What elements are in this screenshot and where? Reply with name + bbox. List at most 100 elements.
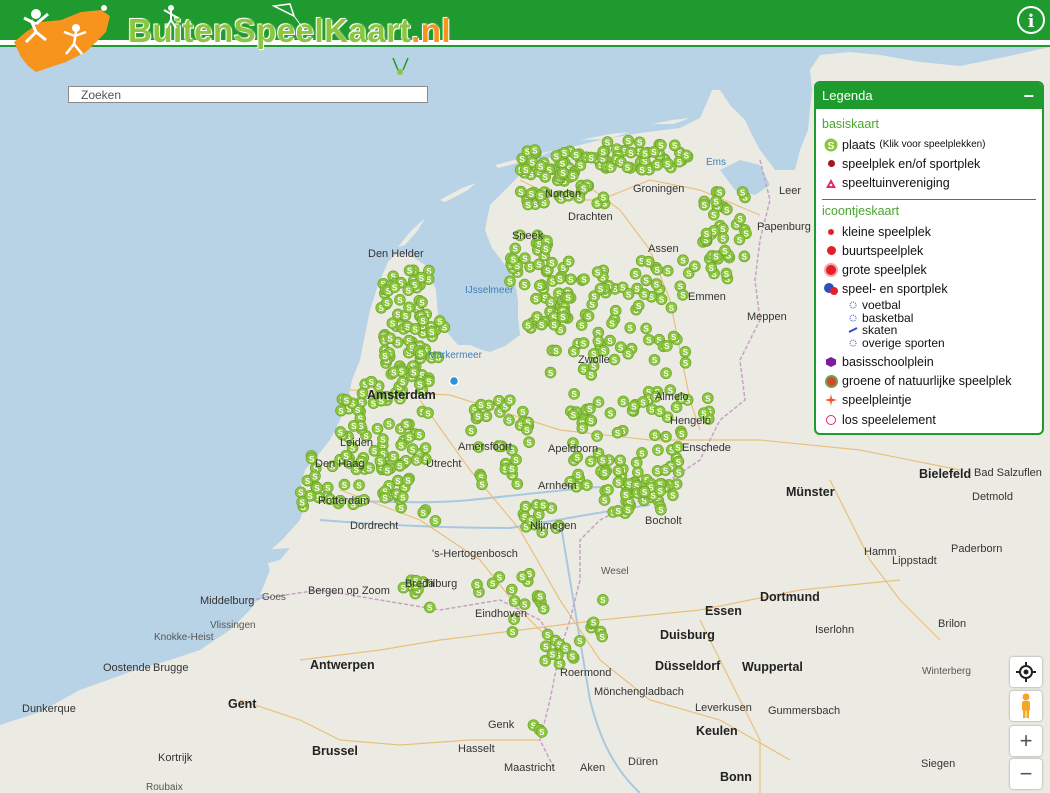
place-marker[interactable]: S bbox=[587, 616, 600, 629]
place-marker[interactable]: S bbox=[379, 491, 391, 504]
place-marker[interactable]: S bbox=[630, 456, 643, 469]
place-marker[interactable]: S bbox=[649, 429, 661, 442]
place-marker[interactable]: S bbox=[608, 353, 621, 366]
place-marker[interactable]: S bbox=[504, 394, 516, 407]
place-marker[interactable]: S bbox=[650, 278, 663, 290]
place-marker[interactable]: S bbox=[353, 479, 365, 491]
place-marker[interactable]: S bbox=[371, 422, 384, 435]
place-marker[interactable]: S bbox=[609, 304, 622, 317]
place-marker[interactable]: S bbox=[545, 296, 557, 308]
place-marker[interactable]: S bbox=[529, 144, 541, 156]
place-marker[interactable]: S bbox=[660, 430, 672, 443]
place-marker[interactable]: S bbox=[335, 404, 347, 417]
place-marker[interactable]: S bbox=[400, 418, 413, 431]
place-marker[interactable]: S bbox=[619, 488, 632, 501]
place-marker[interactable]: S bbox=[591, 266, 604, 278]
place-marker[interactable]: S bbox=[534, 590, 546, 603]
place-marker[interactable]: S bbox=[387, 366, 400, 379]
place-marker[interactable]: S bbox=[655, 293, 668, 306]
place-marker[interactable]: S bbox=[486, 577, 499, 590]
place-marker[interactable]: S bbox=[636, 447, 648, 459]
place-marker[interactable]: S bbox=[417, 506, 430, 519]
place-marker[interactable]: S bbox=[597, 191, 610, 204]
place-marker[interactable]: S bbox=[679, 346, 692, 358]
place-marker[interactable]: S bbox=[519, 163, 532, 176]
place-marker[interactable]: S bbox=[413, 428, 426, 441]
place-marker[interactable]: S bbox=[710, 250, 722, 263]
place-marker[interactable]: S bbox=[403, 301, 415, 314]
place-marker[interactable]: S bbox=[402, 474, 414, 487]
place-marker[interactable]: S bbox=[594, 283, 607, 295]
place-marker[interactable]: S bbox=[394, 293, 406, 306]
place-marker[interactable]: S bbox=[519, 500, 532, 513]
place-marker[interactable]: S bbox=[567, 408, 580, 421]
place-marker[interactable]: S bbox=[624, 322, 637, 334]
place-marker[interactable]: S bbox=[652, 444, 664, 456]
place-marker[interactable]: S bbox=[655, 503, 667, 516]
place-marker[interactable]: S bbox=[564, 273, 577, 286]
place-marker[interactable]: S bbox=[425, 325, 438, 338]
place-marker[interactable]: S bbox=[633, 136, 646, 149]
place-marker[interactable]: S bbox=[410, 454, 423, 466]
place-marker[interactable]: S bbox=[506, 626, 519, 638]
place-marker[interactable]: S bbox=[557, 311, 569, 323]
place-marker[interactable]: S bbox=[606, 317, 618, 329]
place-marker[interactable]: S bbox=[640, 322, 652, 335]
place-marker[interactable]: S bbox=[734, 213, 746, 225]
place-marker[interactable]: S bbox=[522, 198, 534, 211]
place-marker[interactable]: S bbox=[654, 405, 666, 418]
place-marker[interactable]: S bbox=[396, 376, 409, 388]
place-marker[interactable]: S bbox=[738, 250, 751, 263]
place-marker[interactable]: S bbox=[651, 263, 664, 276]
place-marker[interactable]: S bbox=[602, 484, 614, 496]
place-marker[interactable]: S bbox=[403, 431, 416, 443]
place-marker[interactable]: S bbox=[403, 264, 416, 277]
place-marker[interactable]: S bbox=[668, 139, 681, 152]
place-marker[interactable]: S bbox=[554, 272, 566, 285]
place-marker[interactable]: S bbox=[296, 496, 308, 508]
place-marker[interactable]: S bbox=[638, 485, 651, 498]
place-marker[interactable]: S bbox=[643, 333, 655, 346]
place-marker[interactable]: S bbox=[471, 578, 483, 591]
place-marker[interactable]: S bbox=[597, 594, 609, 606]
place-marker[interactable]: S bbox=[612, 465, 625, 477]
place-marker[interactable]: S bbox=[539, 242, 552, 255]
place-marker[interactable]: S bbox=[577, 337, 590, 349]
place-marker[interactable]: S bbox=[525, 187, 538, 200]
place-marker[interactable]: S bbox=[612, 505, 624, 517]
place-marker[interactable]: S bbox=[535, 318, 548, 331]
place-marker[interactable]: S bbox=[604, 407, 617, 419]
place-marker[interactable]: S bbox=[422, 407, 434, 419]
place-marker[interactable]: S bbox=[597, 145, 609, 158]
place-marker[interactable]: S bbox=[596, 630, 609, 643]
place-marker[interactable]: S bbox=[533, 279, 546, 292]
place-marker[interactable]: S bbox=[720, 267, 733, 280]
place-marker[interactable]: S bbox=[700, 227, 713, 240]
place-marker[interactable]: S bbox=[334, 426, 347, 438]
place-marker[interactable]: S bbox=[294, 486, 307, 499]
place-marker[interactable]: S bbox=[534, 160, 547, 173]
place-marker[interactable]: S bbox=[550, 150, 563, 162]
place-marker[interactable]: S bbox=[679, 356, 692, 369]
place-marker[interactable]: S bbox=[402, 284, 415, 296]
place-marker[interactable]: S bbox=[406, 443, 419, 455]
place-marker[interactable]: S bbox=[384, 332, 396, 345]
place-marker[interactable]: S bbox=[472, 410, 484, 423]
zoom-out-button[interactable]: − bbox=[1010, 759, 1042, 789]
logo[interactable]: BuitenSpeelKaart.nl bbox=[6, 2, 506, 76]
place-marker[interactable]: S bbox=[309, 470, 321, 482]
place-marker[interactable]: S bbox=[592, 335, 605, 347]
place-marker[interactable]: S bbox=[416, 296, 428, 308]
place-marker[interactable]: S bbox=[530, 292, 542, 305]
place-marker[interactable]: S bbox=[433, 315, 446, 327]
place-marker[interactable]: S bbox=[667, 330, 680, 343]
place-marker[interactable]: S bbox=[570, 148, 582, 161]
place-marker[interactable]: S bbox=[379, 349, 391, 362]
place-marker[interactable]: S bbox=[622, 288, 635, 300]
place-marker[interactable]: S bbox=[388, 281, 401, 293]
place-marker[interactable]: S bbox=[578, 273, 590, 285]
place-marker[interactable]: S bbox=[675, 428, 688, 440]
place-marker[interactable]: S bbox=[409, 323, 422, 335]
place-marker[interactable]: S bbox=[640, 274, 653, 287]
place-marker[interactable]: S bbox=[598, 466, 611, 479]
